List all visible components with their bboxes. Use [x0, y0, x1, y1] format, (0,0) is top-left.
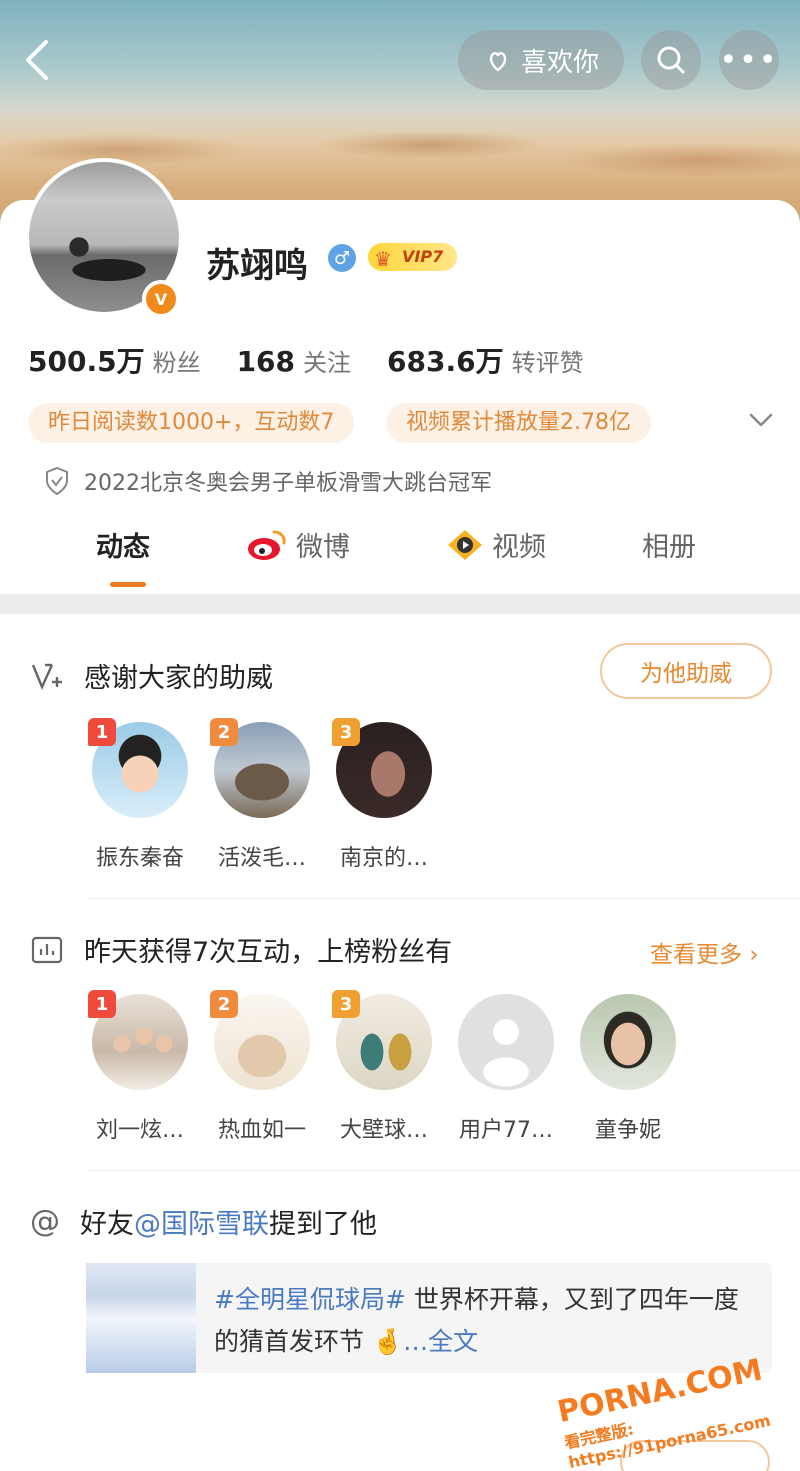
rank-badge: 2	[210, 718, 238, 746]
shield-icon	[46, 466, 68, 496]
fan-item[interactable]: 1 振东秦奋	[88, 718, 190, 872]
back-button[interactable]	[18, 36, 58, 84]
support-section-title: 感谢大家的助威	[30, 656, 273, 695]
rank-badge: 1	[88, 990, 116, 1018]
tab-album[interactable]: 相册	[642, 525, 696, 564]
fan-name: 大壁球…	[339, 1118, 428, 1143]
like-you-label: 喜欢你	[520, 47, 599, 78]
fan-name: 振东秦奋	[95, 846, 184, 871]
post-excerpt: #全明星侃球局# 世界杯开幕，又到了四年一度的猜首发环节 🤞…全文	[214, 1279, 754, 1363]
fan-name: 童争妮	[594, 1118, 661, 1143]
fan-name: 南京的…	[339, 846, 428, 871]
honor-row: 2022北京冬奥会男子单板滑雪大跳台冠军	[44, 465, 492, 497]
fan-name: 刘一炫…	[95, 1118, 184, 1143]
post-topic-link[interactable]: #全明星侃球局#	[214, 1285, 406, 1314]
fan-item[interactable]: 用户77…	[456, 994, 556, 1144]
fan-name: 用户77…	[459, 1118, 553, 1143]
followers-label[interactable]: 粉丝	[153, 343, 201, 378]
vip-badge[interactable]: ♛ VIP7	[368, 243, 458, 271]
default-avatar-icon	[458, 994, 554, 1090]
weibo-logo-icon	[248, 530, 286, 560]
divider	[86, 898, 800, 899]
read-stats-chip[interactable]: 昨日阅读数1000+，互动数7	[28, 403, 355, 443]
fan-avatar: 2	[210, 718, 310, 818]
chevron-down-icon	[749, 413, 773, 427]
support-button[interactable]: 为他助威	[600, 643, 772, 699]
fan-name: 热血如一	[217, 1118, 306, 1143]
fan-item[interactable]: 3 大壁球…	[332, 990, 434, 1144]
fan-avatar: 3	[332, 990, 432, 1090]
read-full-link[interactable]: …全文	[403, 1327, 478, 1356]
fan-avatar: 2	[210, 990, 310, 1090]
support-title-text: 感谢大家的助威	[84, 663, 273, 694]
profile-stats: 500.5万 粉丝 168 关注 683.6万 转评赞	[28, 340, 620, 380]
profile-tabs: 动态 微博 视频 相册	[0, 525, 800, 591]
hand-heart-icon	[489, 51, 507, 72]
male-gender-icon: ♂	[328, 244, 356, 272]
mention-friend-link[interactable]: @国际雪联	[134, 1209, 269, 1240]
fan-item[interactable]: 2 活泼毛…	[210, 718, 312, 872]
tab-video-label: 视频	[492, 532, 546, 563]
honor-text: 2022北京冬奥会男子单板滑雪大跳台冠军	[84, 471, 492, 496]
vip-label: VIP7	[402, 247, 444, 266]
mention-section-title: @ 好友@国际雪联提到了他	[30, 1202, 377, 1241]
tab-album-label: 相册	[642, 532, 696, 563]
interaction-title-text: 昨天获得7次互动，上榜粉丝有	[84, 937, 453, 968]
profile-name: 苏翊鸣	[206, 246, 308, 286]
following-count[interactable]: 168	[237, 345, 295, 378]
fan-avatar: 1	[88, 990, 188, 1090]
fan-name: 活泼毛…	[217, 846, 306, 871]
video-plays-chip[interactable]: 视频累计播放量2.78亿	[386, 403, 651, 443]
active-tab-indicator	[110, 582, 146, 587]
tab-weibo-label: 微博	[296, 532, 350, 563]
fan-item[interactable]: 2 热血如一	[210, 990, 312, 1144]
v-plus-icon	[31, 663, 62, 690]
more-dots-icon: •••	[719, 42, 779, 78]
crown-icon: ♛	[374, 247, 392, 271]
fan-avatar	[580, 994, 676, 1090]
at-icon: @	[30, 1204, 60, 1239]
view-more-label: 查看更多	[650, 942, 742, 968]
tab-feed-label: 动态	[96, 532, 150, 563]
fan-avatar: 3	[332, 718, 432, 818]
tab-feed[interactable]: 动态	[96, 525, 150, 564]
interaction-section-title: 昨天获得7次互动，上榜粉丝有	[30, 930, 452, 969]
rank-badge: 2	[210, 990, 238, 1018]
interactions-label: 转评赞	[511, 349, 584, 377]
heart-emoji-icon: 🤞	[364, 1327, 404, 1356]
rank-badge: 1	[88, 718, 116, 746]
interactions-count: 683.6万	[387, 345, 504, 378]
search-icon	[657, 46, 685, 74]
video-play-icon	[448, 529, 482, 560]
fan-avatar: 1	[88, 718, 188, 818]
verified-icon: V	[142, 280, 180, 318]
mention-prefix: 好友	[80, 1209, 134, 1240]
mention-suffix: 提到了他	[269, 1209, 377, 1240]
expand-button[interactable]	[748, 410, 774, 434]
bar-chart-icon	[31, 936, 63, 963]
tab-video[interactable]: 视频	[446, 525, 546, 564]
rank-badge: 3	[332, 990, 360, 1018]
fan-item[interactable]: 童争妮	[578, 994, 678, 1144]
post-thumbnail	[86, 1263, 196, 1373]
more-button[interactable]: •••	[719, 30, 779, 90]
rank-badge: 3	[332, 718, 360, 746]
fan-item[interactable]: 3 南京的…	[332, 718, 434, 872]
like-you-button[interactable]: 喜欢你	[458, 30, 624, 90]
tab-weibo[interactable]: 微博	[246, 525, 350, 564]
section-separator	[0, 594, 800, 614]
fan-item[interactable]: 1 刘一炫…	[88, 990, 190, 1144]
chevron-left-icon	[26, 40, 48, 80]
following-label[interactable]: 关注	[303, 343, 351, 378]
chevron-right-icon: ›	[749, 942, 759, 968]
mentioned-post-card[interactable]: #全明星侃球局# 世界杯开幕，又到了四年一度的猜首发环节 🤞…全文	[86, 1263, 772, 1373]
followers-count[interactable]: 500.5万	[28, 340, 145, 380]
mention-line: 好友@国际雪联提到了他	[80, 1202, 377, 1241]
search-button[interactable]	[641, 30, 701, 90]
view-more-link[interactable]: 查看更多 ›	[650, 935, 759, 969]
divider	[86, 1170, 800, 1171]
